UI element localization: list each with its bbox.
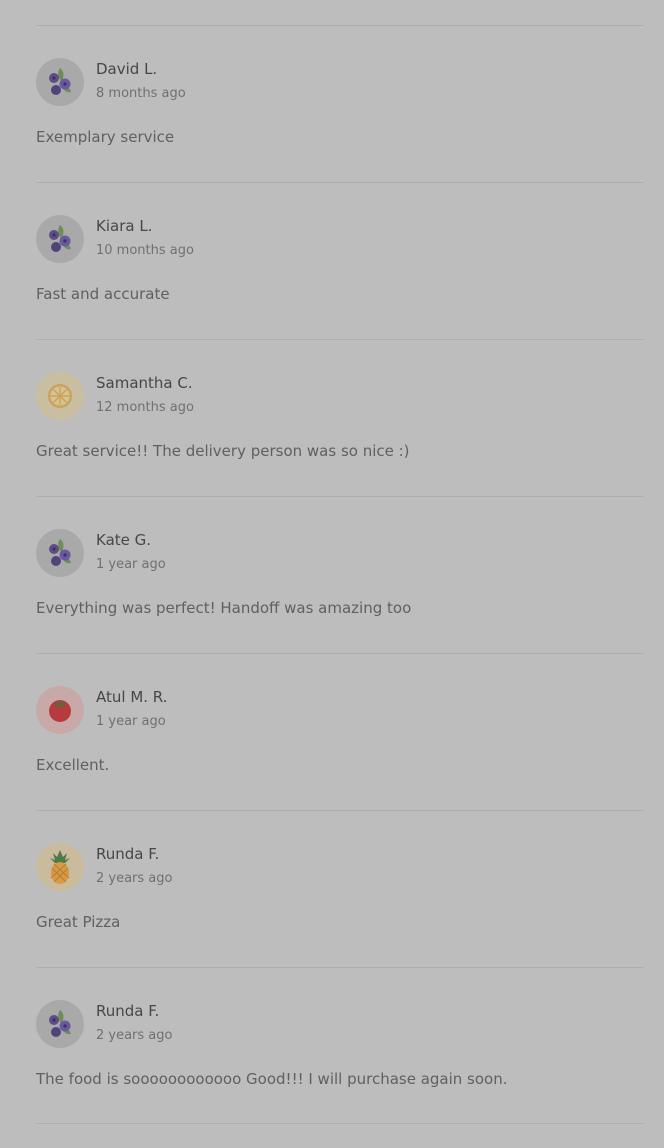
review-time: 1 year ago: [96, 714, 166, 729]
review-text: Great Pizza: [36, 913, 121, 931]
review-time: 2 years ago: [96, 871, 173, 886]
review-item: David L. 8 months ago Exemplary service: [36, 25, 644, 182]
reviewer-name: Kiara L.: [96, 217, 153, 235]
blueberry-icon: [45, 1008, 75, 1040]
blueberry-icon: [45, 223, 75, 255]
avatar: [36, 843, 84, 891]
review-text: Great service!! The delivery person was …: [36, 442, 410, 460]
review-item: Samantha C. 12 months ago Great service!…: [36, 339, 644, 496]
reviewer-name: Runda F.: [96, 845, 160, 863]
reviews-list: David L. 8 months ago Exemplary service …: [36, 25, 644, 1124]
review-item: Kiara L. 10 months ago Fast and accurate: [36, 182, 644, 339]
reviewer-name: Atul M. R.: [96, 688, 168, 706]
review-time: 2 years ago: [96, 1028, 173, 1043]
avatar: [36, 529, 84, 577]
review-time: 1 year ago: [96, 557, 166, 572]
review-item: Kate G. 1 year ago Everything was perfec…: [36, 496, 644, 653]
avatar: [36, 686, 84, 734]
reviewer-name: Kate G.: [96, 531, 152, 549]
review-time: 12 months ago: [96, 400, 194, 415]
blueberry-icon: [45, 66, 75, 98]
avatar: [36, 1000, 84, 1048]
review-time: 10 months ago: [96, 243, 194, 258]
pineapple-icon: [46, 849, 74, 885]
reviewer-name: David L.: [96, 60, 158, 78]
review-text: Fast and accurate: [36, 285, 170, 303]
review-text: Excellent.: [36, 756, 110, 774]
avatar: [36, 372, 84, 420]
review-text: The food is soooooooooooo Good!!! I will…: [36, 1070, 508, 1088]
review-text: Everything was perfect! Handoff was amaz…: [36, 599, 412, 617]
blueberry-icon: [45, 537, 75, 569]
review-time: 8 months ago: [96, 86, 186, 101]
reviewer-name: Runda F.: [96, 1002, 160, 1020]
reviewer-name: Samantha C.: [96, 374, 193, 392]
lemon-slice-icon: [46, 382, 74, 410]
avatar: [36, 58, 84, 106]
review-item: Runda F. 2 years ago Great Pizza: [36, 810, 644, 967]
review-text: Exemplary service: [36, 128, 175, 146]
tomato-icon: [46, 696, 74, 724]
review-item: Atul M. R. 1 year ago Excellent.: [36, 653, 644, 810]
review-item: Runda F. 2 years ago The food is soooooo…: [36, 967, 644, 1124]
avatar: [36, 215, 84, 263]
